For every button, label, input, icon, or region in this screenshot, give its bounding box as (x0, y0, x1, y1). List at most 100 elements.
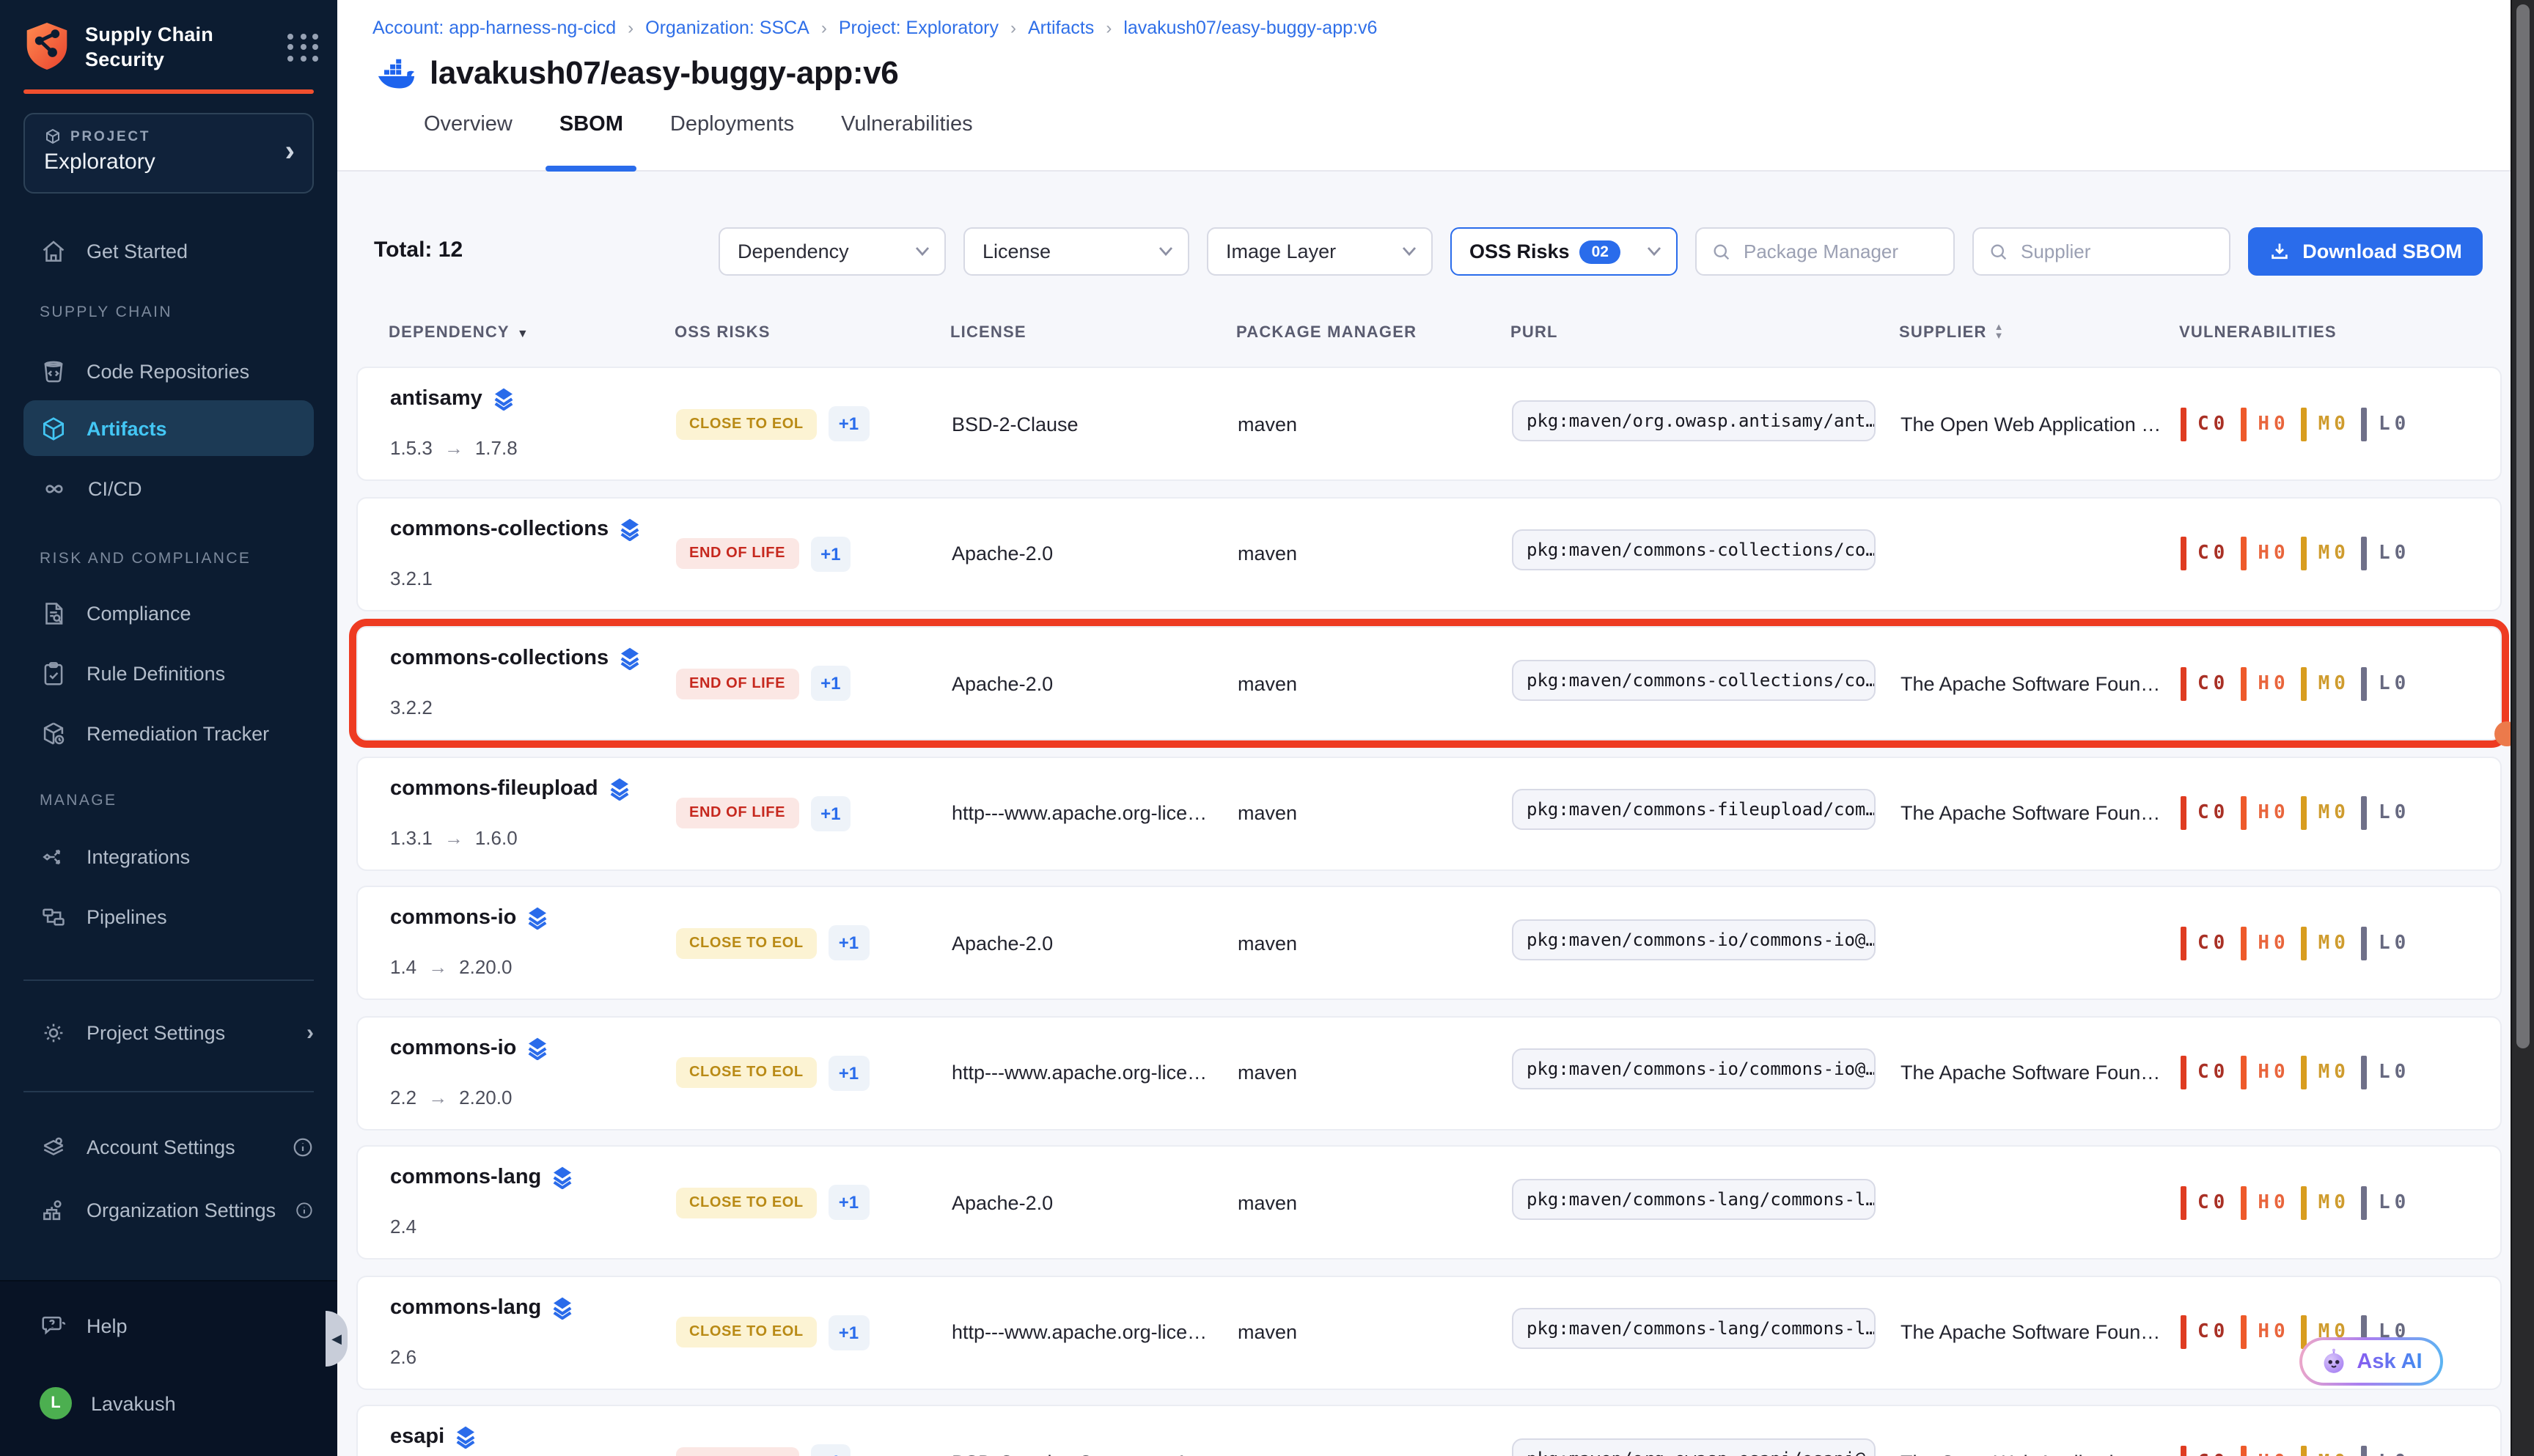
oss-risk-extra-badge[interactable]: +1 (829, 1315, 869, 1350)
purl-value[interactable]: pkg:maven/commons-collections/co… (1512, 659, 1876, 700)
table-body: antisamy 1.5.3 → 1.7.8 CLOSE TO EOL +1 B… (356, 367, 2502, 1456)
table-row[interactable]: commons-io 2.2 → 2.20.0 CLOSE TO EOL +1 … (356, 1015, 2502, 1130)
oss-risks-count-badge: 02 (1580, 240, 1620, 263)
purl-value[interactable]: pkg:maven/commons-lang/commons-l… (1512, 1178, 1876, 1219)
sidebar-item-organization-settings[interactable]: Organization Settings (0, 1191, 337, 1229)
dependency-cell: commons-collections 3.2.1 → (390, 498, 676, 609)
table-row[interactable]: esapi → END OF LIFE +1 BSD-Creative Comm… (356, 1405, 2502, 1456)
purl-value[interactable]: pkg:maven/commons-fileupload/com… (1512, 789, 1876, 830)
sidebar-item-get-started[interactable]: Get Started (0, 232, 337, 270)
scrollbar[interactable] (2511, 0, 2534, 1456)
purl-cell: pkg:maven/commons-io/commons-io@… (1512, 1048, 1900, 1097)
oss-risk-extra-badge[interactable]: +1 (810, 536, 851, 571)
oss-risk-extra-badge[interactable]: +1 (810, 666, 851, 701)
image-layer-filter-dropdown[interactable]: Image Layer (1207, 227, 1433, 276)
sidebar-item-cicd[interactable]: CI/CD (0, 469, 337, 507)
oss-risk-badge: END OF LIFE (676, 538, 798, 569)
oss-risk-badge: END OF LIFE (676, 798, 798, 828)
license-filter-dropdown[interactable]: License (963, 227, 1189, 276)
package-manager-search-input[interactable] (1697, 229, 1953, 274)
breadcrumb-organization[interactable]: Organization: SSCA (645, 18, 809, 38)
column-purl: PURL (1510, 324, 1899, 342)
tab-sbom[interactable]: SBOM (557, 104, 626, 172)
purl-value[interactable]: pkg:maven/commons-io/commons-io@… (1512, 1048, 1876, 1089)
supplier-search-input[interactable] (1974, 229, 2229, 274)
oss-risk-extra-badge[interactable]: +1 (829, 925, 869, 960)
layers-icon (619, 517, 641, 540)
table-row[interactable]: commons-fileupload 1.3.1 → 1.6.0 END OF … (356, 756, 2502, 870)
version-to: 2.20.0 (459, 956, 512, 978)
sidebar-item-code-repositories[interactable]: Code Repositories (0, 352, 337, 390)
dependency-cell: esapi → (390, 1406, 676, 1456)
layers-icon (455, 1425, 477, 1449)
table-row[interactable]: antisamy 1.5.3 → 1.7.8 CLOSE TO EOL +1 B… (356, 367, 2502, 481)
dependency-version: 3.2.2 → (390, 696, 676, 718)
scrollbar-thumb[interactable] (2516, 4, 2530, 1048)
table-row[interactable]: commons-io 1.4 → 2.20.0 CLOSE TO EOL +1 … (356, 886, 2502, 1000)
purl-value[interactable]: pkg:maven/org.owasp.antisamy/ant… (1512, 400, 1876, 441)
dependency-cell: commons-fileupload 1.3.1 → 1.6.0 (390, 757, 676, 869)
oss-risk-extra-badge[interactable]: +1 (810, 795, 851, 831)
table-row[interactable]: commons-collections 3.2.2 → END OF LIFE … (356, 626, 2502, 740)
purl-value[interactable]: pkg:maven/commons-io/commons-io@… (1512, 919, 1876, 960)
tab-overview[interactable]: Overview (421, 104, 515, 172)
arrow-right-icon: → (444, 826, 463, 848)
package-manager-cell: maven (1238, 1191, 1512, 1213)
table-row[interactable]: commons-collections 3.2.1 → END OF LIFE … (356, 496, 2502, 611)
breadcrumb-account[interactable]: Account: app-harness-ng-cicd (372, 18, 616, 38)
dependency-filter-dropdown[interactable]: Dependency (719, 227, 946, 276)
docker-icon (377, 58, 416, 89)
supplier-cell: The Open Web Application … (1900, 1451, 2181, 1456)
oss-risk-extra-badge[interactable]: +1 (829, 1055, 869, 1090)
sidebar-item-project-settings[interactable]: Project Settings › (0, 1013, 337, 1051)
oss-risks-cell: CLOSE TO EOL +1 (676, 406, 952, 441)
column-vulnerabilities: VULNERABILITIES (2179, 324, 2502, 342)
supplier-cell: The Apache Software Foun… (1900, 672, 2181, 694)
ask-ai-button[interactable]: Ask AI (2299, 1337, 2443, 1386)
breadcrumb-artifact-name[interactable]: lavakush07/easy-buggy-app:v6 (1123, 18, 1377, 38)
sidebar-user[interactable]: L Lavakush (0, 1384, 337, 1422)
breadcrumb-project[interactable]: Project: Exploratory (839, 18, 999, 38)
module-grid-icon[interactable] (287, 33, 320, 61)
layers-icon (526, 906, 548, 930)
download-sbom-button[interactable]: Download SBOM (2248, 227, 2483, 276)
sidebar-item-help[interactable]: Help (0, 1306, 337, 1345)
oss-risk-extra-badge[interactable]: +1 (829, 1185, 869, 1220)
sidebar-item-rule-definitions[interactable]: Rule Definitions (0, 654, 337, 692)
ai-robot-icon (2320, 1347, 2348, 1375)
column-dependency[interactable]: DEPENDENCY ▼ (389, 324, 675, 342)
table-row[interactable]: commons-lang 2.6 → CLOSE TO EOL +1 http-… (356, 1275, 2502, 1389)
sort-desc-icon[interactable]: ▼ (517, 326, 529, 339)
layers-icon (526, 1036, 548, 1059)
chevron-down-icon (915, 246, 930, 257)
column-supplier[interactable]: SUPPLIER ▲▼ (1899, 324, 2179, 342)
sidebar-item-integrations[interactable]: Integrations (0, 837, 337, 875)
project-selector[interactable]: PROJECT Exploratory › (23, 113, 314, 194)
download-icon (2269, 240, 2291, 262)
critical-count-chip: C0 (2181, 1056, 2225, 1089)
dependency-cell: commons-io 1.4 → 2.20.0 (390, 887, 676, 999)
cube-icon (44, 128, 62, 145)
package-manager-cell: maven (1238, 413, 1512, 435)
low-count-chip: L0 (2362, 1056, 2406, 1089)
clipboard-check-icon (40, 659, 67, 687)
sidebar-item-account-settings[interactable]: Account Settings (0, 1128, 337, 1166)
table-row[interactable]: commons-lang 2.4 → CLOSE TO EOL +1 Apach… (356, 1145, 2502, 1260)
purl-value[interactable]: pkg:maven/commons-collections/co… (1512, 529, 1876, 570)
tab-deployments[interactable]: Deployments (667, 104, 797, 172)
tab-vulnerabilities[interactable]: Vulnerabilities (838, 104, 975, 172)
high-count-chip: H0 (2241, 796, 2285, 830)
sidebar-item-pipelines[interactable]: Pipelines (0, 897, 337, 935)
oss-risks-filter-dropdown[interactable]: OSS Risks 02 (1450, 227, 1678, 276)
breadcrumb-artifacts[interactable]: Artifacts (1028, 18, 1094, 38)
purl-value[interactable]: pkg:maven/org.owasp.esapi/esapi@… (1512, 1438, 1876, 1456)
sidebar-item-artifacts[interactable]: Artifacts (23, 400, 314, 456)
breadcrumb-separator: › (1010, 18, 1016, 38)
sort-icon[interactable]: ▲▼ (1994, 324, 2005, 342)
sidebar-item-compliance[interactable]: Compliance (0, 594, 337, 632)
oss-risk-extra-badge[interactable]: +1 (810, 1444, 851, 1456)
app-logo[interactable]: Supply Chain Security (23, 21, 320, 73)
purl-value[interactable]: pkg:maven/commons-lang/commons-l… (1512, 1308, 1876, 1349)
oss-risk-extra-badge[interactable]: +1 (829, 406, 869, 441)
sidebar-item-remediation-tracker[interactable]: Remediation Tracker (0, 714, 337, 752)
